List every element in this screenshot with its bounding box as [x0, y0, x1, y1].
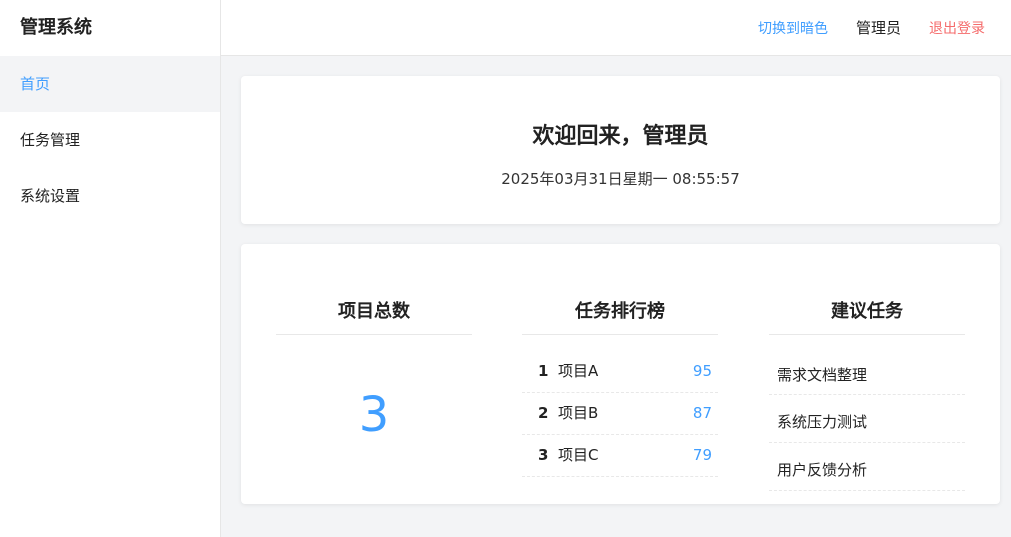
theme-toggle-link[interactable]: 切换到暗色	[758, 18, 828, 38]
suggested-task-item[interactable]: 需求文档整理	[769, 357, 965, 395]
stats-card: 项目总数 3 任务排行榜 1 项目A 95 2 项目B 87 3 项目C 79 …	[241, 244, 1000, 504]
ranking-list: 1 项目A 95 2 项目B 87 3 项目C 79	[522, 351, 718, 477]
task-ranking-panel: 任务排行榜 1 项目A 95 2 项目B 87 3 项目C 79	[522, 244, 718, 477]
rank-score: 95	[692, 362, 712, 380]
app-root: 管理系统 首页 任务管理 系统设置 切换到暗色 管理员 退出登录 欢迎回来，管理…	[0, 0, 1011, 537]
rank-project-name: 项目A	[558, 362, 599, 380]
current-datetime: 2025年03月31日星期一 08:55:57	[501, 170, 740, 188]
rank-number: 2	[538, 404, 549, 422]
suggested-task-list: 需求文档整理 系统压力测试 用户反馈分析	[769, 357, 965, 491]
app-brand: 管理系统	[20, 17, 92, 38]
rank-project-name: 项目C	[558, 446, 599, 464]
sidebar-item-home[interactable]: 首页	[0, 56, 220, 112]
current-user-name: 管理员	[855, 19, 901, 37]
rank-score: 87	[692, 404, 712, 422]
ranking-row: 3 项目C 79	[522, 435, 718, 477]
header-actions: 切换到暗色 管理员 退出登录	[758, 0, 985, 55]
top-header: 切换到暗色 管理员 退出登录	[221, 0, 1011, 56]
suggested-task-item[interactable]: 用户反馈分析	[769, 443, 965, 491]
ranking-row: 1 项目A 95	[522, 351, 718, 393]
sidebar-item-tasks[interactable]: 任务管理	[0, 112, 220, 168]
ranking-row: 2 项目B 87	[522, 393, 718, 435]
rank-number: 1	[538, 362, 549, 380]
rank-score: 79	[692, 446, 712, 464]
task-ranking-title: 任务排行榜	[522, 300, 718, 335]
rank-project-name: 项目B	[558, 404, 599, 422]
suggested-task-item[interactable]: 系统压力测试	[769, 395, 965, 443]
sidebar-item-settings[interactable]: 系统设置	[0, 168, 220, 224]
project-total-value: 3	[358, 387, 390, 443]
welcome-title: 欢迎回来，管理员	[532, 124, 709, 149]
welcome-card: 欢迎回来，管理员 2025年03月31日星期一 08:55:57	[241, 76, 1000, 224]
project-total-panel: 项目总数 3	[276, 244, 472, 443]
rank-number: 3	[538, 446, 549, 464]
suggested-tasks-panel: 建议任务 需求文档整理 系统压力测试 用户反馈分析	[769, 244, 965, 491]
sidebar: 管理系统 首页 任务管理 系统设置	[0, 0, 221, 537]
suggested-tasks-title: 建议任务	[769, 300, 965, 335]
project-total-title: 项目总数	[276, 300, 472, 335]
logout-link[interactable]: 退出登录	[929, 18, 985, 38]
